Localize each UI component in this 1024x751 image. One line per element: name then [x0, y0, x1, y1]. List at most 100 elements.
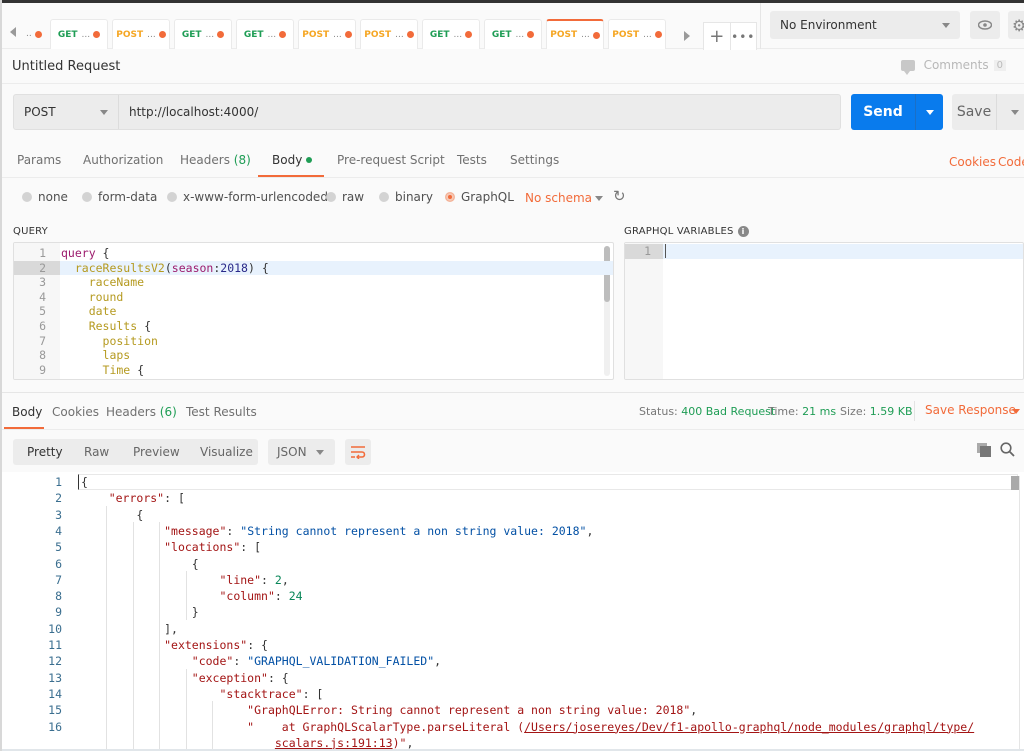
method-select[interactable]: POST	[14, 95, 119, 129]
radio-raw[interactable]: raw	[326, 190, 364, 204]
tab-method: GET	[181, 29, 202, 40]
schema-select[interactable]: No schema	[525, 191, 592, 205]
radio-urlencoded[interactable]: x-www-form-urlencoded	[167, 190, 328, 204]
view-preview-button[interactable]: Preview	[133, 445, 180, 459]
request-tab[interactable]: GET...	[422, 19, 480, 49]
send-button[interactable]: Send	[851, 94, 915, 130]
radio-none[interactable]: none	[22, 190, 68, 204]
chevron-down-icon[interactable]	[1012, 409, 1020, 414]
response-scrollbar[interactable]	[1019, 476, 1020, 751]
comments-button[interactable]: Comments 0	[900, 58, 1006, 75]
active-tab-indicator	[258, 175, 324, 177]
url-input[interactable]: http://localhost:4000/	[119, 95, 840, 129]
line-text: raceName	[61, 275, 144, 290]
response-tab-headers-label: Headers	[106, 405, 156, 419]
more-tabs-button[interactable]: •••	[731, 23, 757, 50]
postman-app: .. GET... POST... GET... GET... POST... POST..…	[0, 0, 1024, 751]
code-token: "GRAPHQL_VALIDATION_FAILED"	[247, 654, 435, 669]
radio-form-data[interactable]: form-data	[82, 190, 157, 204]
response-scrollbar-thumb[interactable]	[1011, 476, 1019, 490]
line-text: round	[61, 290, 124, 305]
tab-headers[interactable]: Headers (8)	[180, 153, 251, 167]
size-value[interactable]: 1.59 KB	[870, 405, 913, 418]
info-icon[interactable]: i	[737, 226, 749, 237]
new-tab-button[interactable]: +	[704, 23, 731, 50]
radio-circle	[22, 192, 32, 202]
send-options-button[interactable]	[915, 94, 943, 130]
code-token: ,	[690, 703, 698, 718]
radio-graphql[interactable]: GraphQL	[445, 190, 514, 204]
code-token: "exception"	[191, 670, 268, 685]
response-format-select[interactable]: JSON	[268, 439, 335, 465]
scroll-tabs-right-icon[interactable]	[684, 31, 690, 41]
code-link[interactable]: Code	[998, 155, 1024, 169]
indent-guide	[186, 571, 187, 620]
code-line: 9 Time {	[14, 363, 613, 378]
response-body[interactable]: 1{2 "errors": [3 {4 "message": "String c…	[2, 472, 1024, 751]
line-number: 2	[55, 491, 62, 506]
request-tab[interactable]: ..	[20, 19, 46, 49]
view-visualize-button[interactable]: Visualize	[200, 445, 253, 459]
response-tab-cookies[interactable]: Cookies	[52, 405, 99, 419]
save-response-button[interactable]: Save Response	[925, 403, 1016, 417]
status-value[interactable]: 400 Bad Request	[681, 405, 775, 418]
tab-method: GET	[491, 29, 512, 40]
chevron-down-icon	[925, 109, 934, 115]
tab-settings[interactable]: Settings	[510, 153, 559, 167]
response-tab-body[interactable]: Body	[12, 405, 42, 419]
tab-method: GET	[243, 29, 264, 40]
request-title[interactable]: Untitled Request	[12, 59, 120, 74]
chevron-down-icon[interactable]	[595, 196, 603, 201]
view-pretty-button[interactable]: Pretty	[27, 445, 63, 459]
request-tabs: .. GET... POST... GET... GET... POST... POST..…	[20, 19, 670, 49]
tab-title: ...	[147, 29, 156, 40]
request-tab[interactable]: GET...	[50, 19, 108, 49]
request-tab[interactable]: POST...	[112, 19, 170, 49]
graphql-variables-editor[interactable]: 1	[624, 242, 1024, 380]
tab-authorization[interactable]: Authorization	[83, 153, 163, 167]
search-icon[interactable]	[1000, 442, 1015, 457]
scroll-tabs-left-icon[interactable]	[10, 27, 16, 37]
line-text: "message": "String cannot represent a no…	[81, 523, 593, 539]
code-token: position	[61, 333, 158, 348]
code-token: :	[226, 523, 241, 538]
response-status: Status: 400 Bad Request	[639, 405, 775, 418]
tab-params[interactable]: Params	[17, 153, 61, 167]
radio-circle-selected	[445, 192, 455, 202]
save-options-button[interactable]	[996, 94, 1024, 130]
tab-method: POST	[302, 29, 330, 40]
wrap-lines-button[interactable]	[345, 439, 371, 465]
tab-title: ...	[81, 29, 91, 40]
refresh-schema-icon[interactable]: ↻	[613, 187, 626, 205]
request-tab[interactable]: GET...	[236, 19, 294, 49]
tab-body[interactable]: Body	[272, 153, 313, 167]
manage-environments-button[interactable]: ⚙	[1008, 11, 1024, 39]
response-tab-headers[interactable]: Headers (6)	[106, 405, 177, 419]
request-tab[interactable]: GET...	[174, 19, 232, 49]
tab-pre-request-script[interactable]: Pre-request Script	[337, 153, 445, 167]
request-tab[interactable]: POST...	[608, 19, 666, 49]
view-raw-button[interactable]: Raw	[84, 445, 109, 459]
environment-quick-look-button[interactable]	[970, 11, 1000, 39]
copy-icon[interactable]	[977, 443, 991, 457]
cookies-link[interactable]: Cookies	[949, 155, 996, 169]
chevron-down-icon	[100, 110, 108, 115]
save-button[interactable]: Save	[952, 94, 996, 130]
response-line: 3 {	[2, 507, 1024, 523]
request-tab[interactable]: GET...	[484, 19, 542, 49]
time-value[interactable]: 21 ms	[802, 405, 836, 418]
unsaved-dot-icon	[34, 30, 42, 38]
radio-label: binary	[395, 190, 433, 204]
radio-binary[interactable]: binary	[379, 190, 433, 204]
request-tab[interactable]: POST...	[360, 19, 418, 49]
code-line: 2 raceResultsV2(season:2018) {	[14, 260, 613, 276]
environment-select[interactable]: No Environment	[770, 11, 960, 39]
request-tab[interactable]: POST...	[298, 19, 356, 49]
code-token: laps	[61, 348, 131, 363]
response-tab-test-results[interactable]: Test Results	[186, 405, 257, 419]
query-editor[interactable]: 1 query {2 raceResultsV2(season:2018) {3 …	[13, 242, 614, 380]
request-tab[interactable]: POST...	[546, 19, 604, 49]
tab-tests[interactable]: Tests	[457, 153, 487, 167]
